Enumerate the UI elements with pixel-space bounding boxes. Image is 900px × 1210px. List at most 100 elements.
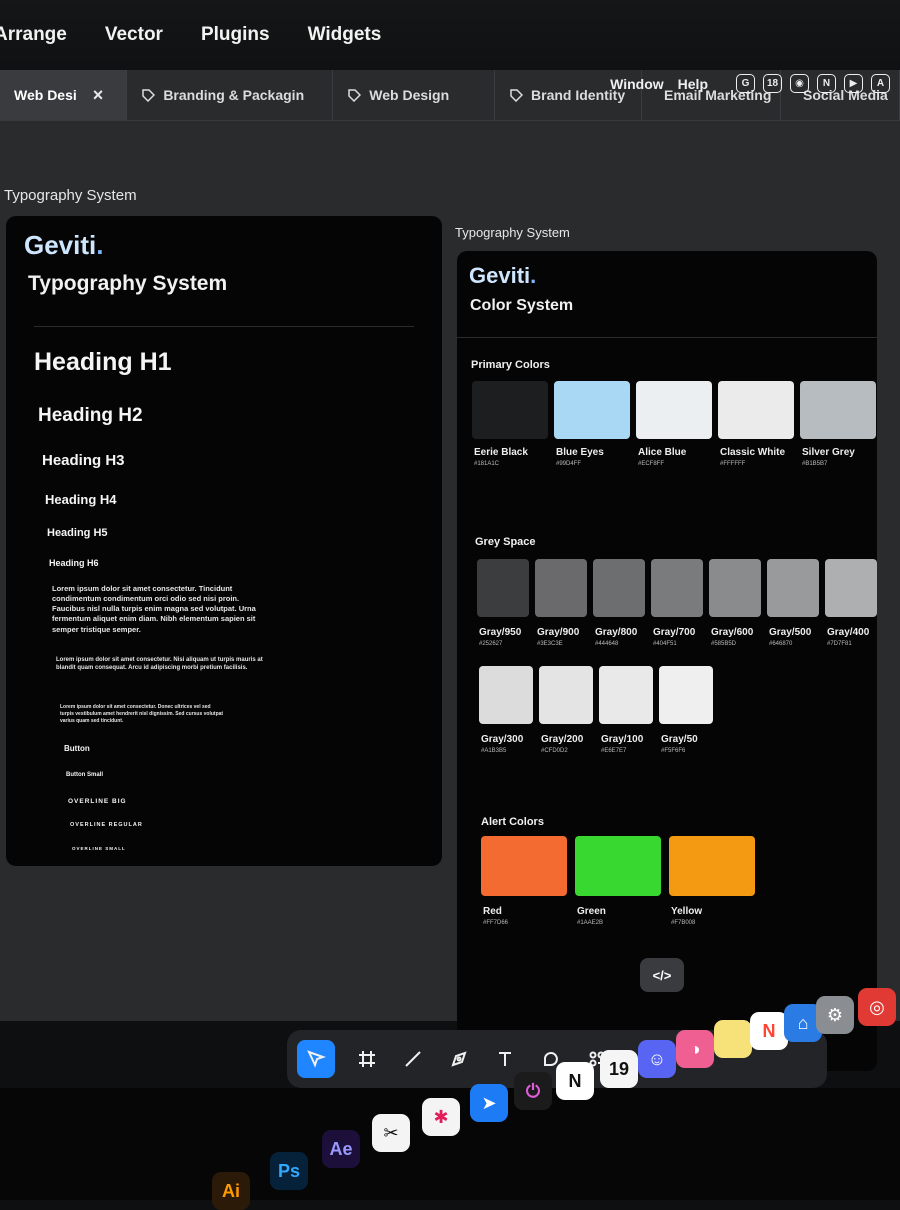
swatch-name: Gray/400 [827, 627, 870, 638]
color-swatch[interactable] [479, 666, 533, 724]
swatch-name: Classic White [720, 447, 786, 458]
heading-h5-sample: Heading H5 [47, 527, 108, 539]
menu-window[interactable]: Window [610, 76, 664, 92]
dock-app-calendar[interactable]: 19 [600, 1050, 638, 1088]
dock-app-dropzone[interactable]: ◑ [676, 1030, 714, 1068]
tab-web-design[interactable]: Web Design [333, 70, 496, 120]
color-system-frame[interactable]: Geviti. Color System Primary Colors Eeri… [457, 251, 877, 1071]
dock-app-discord[interactable]: ☺ [638, 1040, 676, 1078]
menu-plugins[interactable]: Plugins [201, 24, 270, 46]
color-swatch[interactable] [659, 666, 713, 724]
color-swatch[interactable] [669, 836, 755, 896]
record-icon[interactable]: ◉ [790, 74, 809, 93]
menu-bar: Arrange Vector Plugins Widgets [0, 0, 900, 70]
pointer-icon [307, 1050, 326, 1068]
divider [457, 337, 877, 338]
logo-text: Geviti [469, 263, 531, 288]
color-swatch[interactable] [472, 381, 548, 439]
dock-app-slack[interactable]: ✱ [422, 1098, 460, 1136]
code-view-button[interactable]: </> [640, 958, 684, 992]
color-swatch[interactable] [539, 666, 593, 724]
swatch-name: Yellow [671, 906, 703, 917]
button-small-sample: Button Small [66, 772, 103, 778]
swatch-hex: #F7B008 [671, 920, 696, 926]
dock-app-system-settings[interactable]: ⚙ [816, 996, 854, 1034]
close-icon[interactable]: × [93, 85, 104, 106]
dock-app-ps[interactable]: Ps [270, 1152, 308, 1190]
swatch-hex: #F5F6F6 [661, 748, 686, 754]
swatch-name: Green [577, 906, 606, 917]
input-source-icon[interactable]: A [871, 74, 890, 93]
frame-tool[interactable] [353, 1045, 381, 1073]
frame-label-right[interactable]: Typography System [455, 225, 570, 240]
color-swatch[interactable] [477, 559, 529, 617]
menu-widgets[interactable]: Widgets [308, 24, 382, 46]
swatch-name: Gray/50 [661, 734, 698, 745]
heading-h6-sample: Heading H6 [49, 558, 99, 568]
play-icon[interactable]: ▶ [844, 74, 863, 93]
move-tool[interactable] [297, 1040, 335, 1078]
dock-app-notes[interactable] [714, 1020, 752, 1058]
color-swatch[interactable] [599, 666, 653, 724]
swatch-hex: #FFFFFF [720, 461, 746, 467]
typography-frame[interactable]: Geviti. Typography System Heading H1 Hea… [6, 216, 442, 866]
color-swatch[interactable] [593, 559, 645, 617]
color-swatch[interactable] [718, 381, 794, 439]
tab-web-design-active[interactable]: Web Desi × [0, 70, 128, 120]
color-swatch[interactable] [636, 381, 712, 439]
line-tool[interactable] [399, 1045, 427, 1073]
swatch-hex: #646870 [769, 641, 793, 647]
swatch-name: Gray/300 [481, 734, 524, 745]
swatch-name: Gray/700 [653, 627, 696, 638]
frame-label-left[interactable]: Typography System [4, 187, 137, 204]
text-icon [499, 1052, 511, 1066]
swatch-hex: #A1B3B5 [481, 748, 507, 754]
grammarly-icon[interactable]: G [736, 74, 755, 93]
swatch-hex: #1AAE2B [577, 920, 604, 926]
swatch-hex: #B1B5B7 [802, 461, 828, 467]
color-swatch[interactable] [481, 836, 567, 896]
overline-regular-sample: OVERLINE REGULAR [70, 822, 143, 828]
color-swatch[interactable] [709, 559, 761, 617]
pen-tool[interactable] [445, 1045, 473, 1073]
dock-app-ai[interactable]: Ai [212, 1172, 250, 1210]
heading-h3-sample: Heading H3 [42, 452, 125, 469]
design-canvas[interactable]: Typography System Typography System Gevi… [0, 121, 900, 1071]
menu-vector[interactable]: Vector [105, 24, 163, 46]
swatch-hex: #99D4FF [556, 461, 582, 467]
dock-app-capcut[interactable]: ✂ [372, 1114, 410, 1152]
divider [34, 326, 414, 327]
swatch-hex: #E6E7E7 [601, 748, 627, 754]
color-swatch[interactable] [554, 381, 630, 439]
page-title: Typography System [28, 272, 228, 295]
dock-app-news[interactable]: N [750, 1012, 788, 1050]
color-swatch[interactable] [825, 559, 877, 617]
tab-label: Web Design [369, 87, 450, 103]
dock-app-ae[interactable]: Ae [322, 1130, 360, 1168]
color-swatch[interactable] [767, 559, 819, 617]
text-tool[interactable] [491, 1045, 519, 1073]
color-swatch[interactable] [575, 836, 661, 896]
dock-app-creative-cloud[interactable]: ◎ [858, 988, 896, 1026]
primary-colors-heading: Primary Colors [471, 359, 550, 371]
color-swatch[interactable] [651, 559, 703, 617]
frame-icon [359, 1051, 375, 1067]
dock-app-spark[interactable]: ➤ [470, 1084, 508, 1122]
calendar-icon[interactable]: 18 [763, 74, 782, 93]
menu-arrange[interactable]: Arrange [0, 24, 67, 46]
overline-big-sample: OVERLINE BIG [68, 798, 127, 805]
swatch-name: Eerie Black [474, 447, 528, 458]
swatch-name: Gray/900 [537, 627, 580, 638]
swatch-name: Blue Eyes [556, 447, 604, 458]
dock-app-clockify[interactable]: ⏻ [514, 1072, 552, 1110]
menu-help[interactable]: Help [678, 76, 708, 92]
swatch-hex: #ECF8FF [638, 461, 665, 467]
dock-app-notion[interactable]: N [556, 1062, 594, 1100]
tab-branding-packaging[interactable]: Branding & Packagin [127, 70, 334, 120]
swatch-hex: #444648 [595, 641, 619, 647]
notion-icon[interactable]: N [817, 74, 836, 93]
brand-logo: Geviti. [469, 263, 537, 288]
swatch-hex: #CFD0D2 [541, 748, 568, 754]
color-swatch[interactable] [800, 381, 876, 439]
color-swatch[interactable] [535, 559, 587, 617]
